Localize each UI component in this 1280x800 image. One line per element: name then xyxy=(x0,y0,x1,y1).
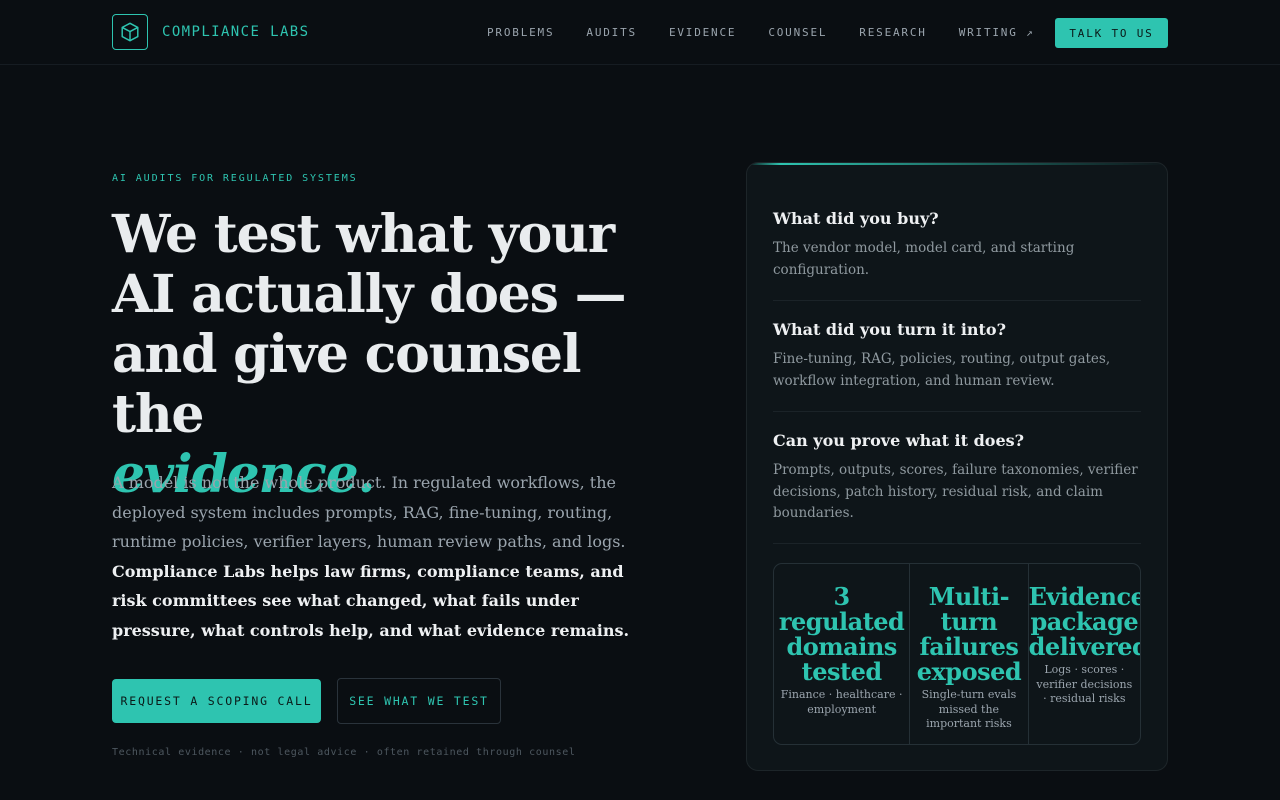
top-navigation-bar: COMPLIANCE LABS PROBLEMS AUDITS EVIDENCE… xyxy=(0,0,1280,65)
hero-footnote: Technical evidence · not legal advice · … xyxy=(112,747,576,758)
nav-link-research[interactable]: RESEARCH xyxy=(859,26,926,39)
hero-lede: A model is not the whole product. In reg… xyxy=(112,468,642,646)
stat-caption: Finance · healthcare · employment xyxy=(780,688,903,716)
request-scoping-call-button[interactable]: REQUEST A SCOPING CALL xyxy=(112,679,321,723)
stat-value: Multi- turn failures exposed xyxy=(916,582,1022,686)
see-what-we-test-button[interactable]: SEE WHAT WE TEST xyxy=(337,678,501,724)
nav-link-evidence[interactable]: EVIDENCE xyxy=(669,26,736,39)
hero-eyebrow: AI AUDITS FOR REGULATED SYSTEMS xyxy=(112,173,358,184)
nav-link-writing[interactable]: WRITING ↗ xyxy=(959,26,1035,39)
talk-to-us-button[interactable]: TALK TO US xyxy=(1055,18,1168,48)
headline-text: We test what your AI actually does — and… xyxy=(112,204,627,445)
lede-strong-text: Compliance Labs helps law firms, complia… xyxy=(112,561,630,640)
nav-link-counsel[interactable]: COUNSEL xyxy=(768,26,827,39)
divider xyxy=(773,300,1141,301)
stat-cell: 3 regulated domains tested Finance · hea… xyxy=(774,564,911,744)
stat-value: 3 regulated domains tested xyxy=(778,582,905,686)
question-block: Can you prove what it does? Prompts, out… xyxy=(773,431,1141,525)
main-nav: PROBLEMS AUDITS EVIDENCE COUNSEL RESEARC… xyxy=(487,26,1067,39)
stat-caption: Logs · scores · verifier decisions · res… xyxy=(1036,663,1133,705)
nav-link-audits[interactable]: AUDITS xyxy=(586,26,637,39)
stat-caption: Single-turn evals missed the important r… xyxy=(921,688,1017,730)
divider xyxy=(773,411,1141,412)
question-title: What did you turn it into? xyxy=(773,320,1006,339)
stat-value: Evidence package delivered xyxy=(1028,582,1140,661)
question-block: What did you turn it into? Fine-tuning, … xyxy=(773,320,1141,392)
stat-cell: Evidence package delivered Logs · scores… xyxy=(1029,564,1140,744)
stat-cell: Multi- turn failures exposed Single-turn… xyxy=(910,564,1029,744)
brand-name: COMPLIANCE LABS xyxy=(162,24,310,40)
question-body: Prompts, outputs, scores, failure taxono… xyxy=(773,462,1138,521)
audit-questions-card: What did you buy? The vendor model, mode… xyxy=(746,162,1168,771)
stats-grid: 3 regulated domains tested Finance · hea… xyxy=(773,563,1141,745)
question-title: What did you buy? xyxy=(773,209,939,228)
brand-home-link[interactable]: COMPLIANCE LABS xyxy=(112,14,309,50)
lede-text: A model is not the whole product. In reg… xyxy=(112,473,626,552)
card-top-glow xyxy=(747,163,1167,165)
question-body: The vendor model, model card, and starti… xyxy=(773,240,1075,278)
question-body: Fine-tuning, RAG, policies, routing, out… xyxy=(773,351,1111,389)
cube-icon xyxy=(112,14,148,50)
question-block: What did you buy? The vendor model, mode… xyxy=(773,209,1141,281)
hero-headline: We test what your AI actually does — and… xyxy=(112,205,672,505)
question-title: Can you prove what it does? xyxy=(773,431,1025,450)
nav-link-problems[interactable]: PROBLEMS xyxy=(487,26,554,39)
divider xyxy=(773,543,1141,544)
